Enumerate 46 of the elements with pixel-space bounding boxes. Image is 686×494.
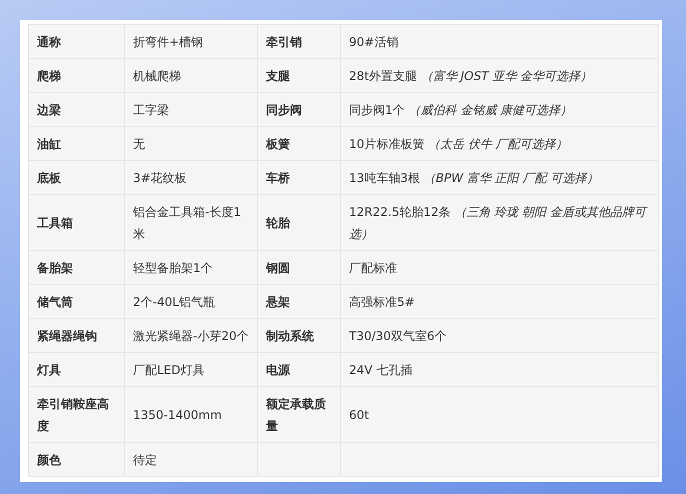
spec-label: 颜色 — [28, 442, 124, 476]
spec-label: 板簧 — [258, 126, 340, 160]
spec-value: 厂配LED灯具 — [124, 352, 258, 386]
spec-label: 制动系统 — [258, 318, 340, 352]
spec-label: 储气筒 — [28, 284, 124, 318]
spec-label: 支腿 — [258, 58, 340, 92]
spec-value: 机械爬梯 — [124, 58, 258, 92]
spec-value: 60t — [340, 386, 658, 442]
spec-value: 高强标准5# — [340, 284, 658, 318]
spec-label: 同步阀 — [258, 92, 340, 126]
spec-label: 车桥 — [258, 160, 340, 194]
spec-label: 底板 — [28, 160, 124, 194]
spec-value: 10片标准板簧 （太岳 伏牛 厂配可选择） — [340, 126, 658, 160]
spec-value: 28t外置支腿 （富华 JOST 亚华 金华可选择） — [340, 58, 658, 92]
spec-label: 工具箱 — [28, 194, 124, 250]
spec-label: 爬梯 — [28, 58, 124, 92]
spec-value: 2个-40L铝气瓶 — [124, 284, 258, 318]
spec-label: 钢圆 — [258, 250, 340, 284]
spec-value: 1350-1400mm — [124, 386, 258, 442]
spec-label: 油缸 — [28, 126, 124, 160]
spec-value: T30/30双气室6个 — [340, 318, 658, 352]
spec-value: 工字梁 — [124, 92, 258, 126]
spec-value: 待定 — [124, 442, 258, 476]
spec-label: 牵引销鞍座高度 — [28, 386, 124, 442]
spec-value: 轻型备胎架1个 — [124, 250, 258, 284]
spec-label: 轮胎 — [258, 194, 340, 250]
spec-value: 3#花纹板 — [124, 160, 258, 194]
spec-label: 悬架 — [258, 284, 340, 318]
spec-label: 边梁 — [28, 92, 124, 126]
spec-label: 紧绳器绳钩 — [28, 318, 124, 352]
spec-value: 12R22.5轮胎12条 （三角 玲珑 朝阳 金盾或其他品牌可选） — [340, 194, 658, 250]
spec-value: 激光紧绳器-小芽20个 — [124, 318, 258, 352]
spec-value: 无 — [124, 126, 258, 160]
spec-value: 同步阀1个 （威伯科 金铭威 康健可选择） — [340, 92, 658, 126]
spec-label: 牵引销 — [258, 24, 340, 58]
spec-value: 90#活销 — [340, 24, 658, 58]
spec-value: 13吨车轴3根 （BPW 富华 正阳 厂配 可选择） — [340, 160, 658, 194]
spec-label: 备胎架 — [28, 250, 124, 284]
spec-value: 铝合金工具箱-长度1米 — [124, 194, 258, 250]
spec-label: 电源 — [258, 352, 340, 386]
spec-label: 额定承载质量 — [258, 386, 340, 442]
spec-label: 灯具 — [28, 352, 124, 386]
spec-value: 厂配标准 — [340, 250, 658, 284]
spec-label: 通称 — [28, 24, 124, 58]
spec-value: 24V 七孔插 — [340, 352, 658, 386]
spec-value: 折弯件+槽钢 — [124, 24, 258, 58]
